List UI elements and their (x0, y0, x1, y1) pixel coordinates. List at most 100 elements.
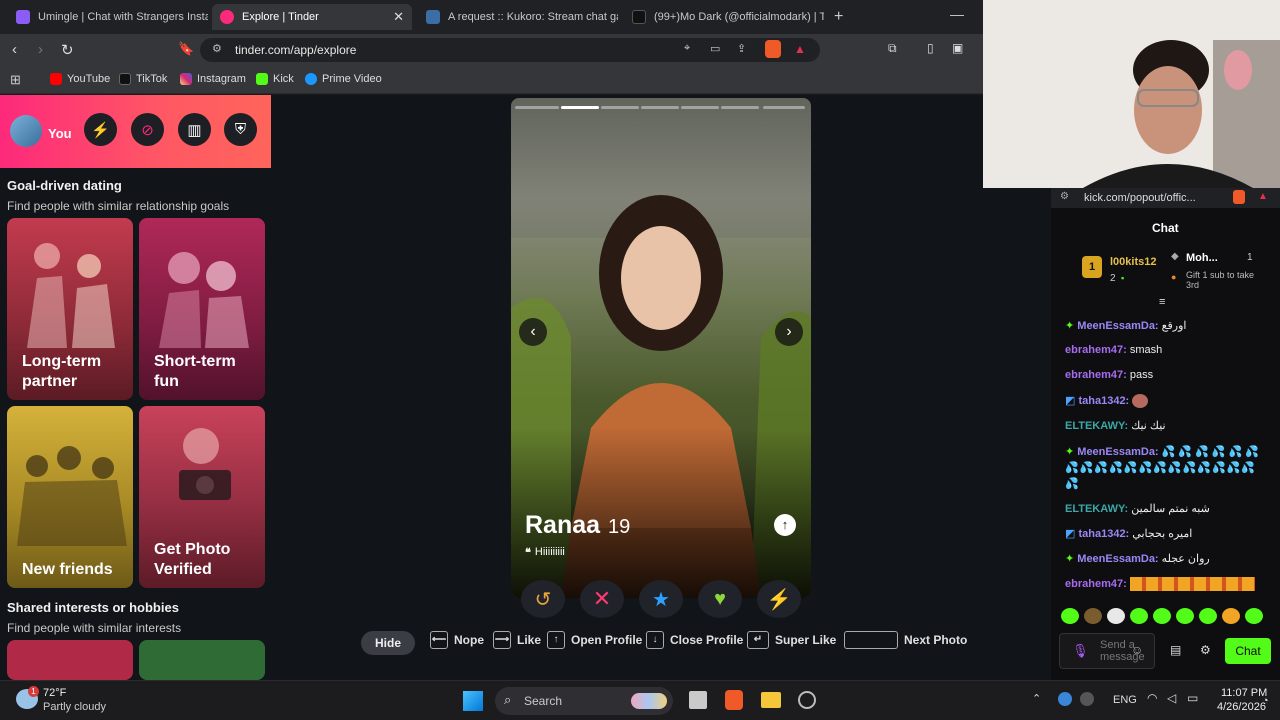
explore-icon[interactable]: ⊘ (131, 113, 164, 146)
windows-start-icon[interactable] (463, 691, 483, 711)
bookmark-instagram[interactable]: Instagram (180, 73, 246, 85)
chat-username[interactable]: taha1342: (1078, 528, 1129, 540)
share-icon[interactable]: ⇪ (737, 42, 746, 55)
chat-username[interactable]: ebrahem47: (1065, 369, 1127, 381)
apps-grid-icon[interactable]: ⊞ (10, 72, 21, 88)
back-icon[interactable]: ‹ (12, 41, 17, 58)
microphone-icon[interactable]: 🎙 (1072, 643, 1089, 659)
clock-date[interactable]: 4/26/2026 (1217, 701, 1266, 713)
wifi-icon[interactable]: ◠ (1147, 691, 1157, 705)
chat-username[interactable]: MeenEssamDa: (1077, 553, 1158, 565)
webcam-overlay (983, 0, 1280, 188)
chat-username[interactable]: taha1342: (1078, 395, 1129, 407)
brave-browser-icon[interactable] (725, 690, 743, 710)
store-icon[interactable]: ▤ (1170, 643, 1181, 657)
close-tab-icon[interactable]: ✕ (393, 9, 404, 25)
brave-shield-icon[interactable] (1233, 190, 1245, 204)
explore-card-photo-verified[interactable]: Get Photo Verified (139, 406, 265, 588)
battery-icon[interactable]: ▭ (1187, 691, 1198, 705)
taskbar-search[interactable]: ⌕ Search (495, 687, 673, 715)
file-explorer-icon[interactable] (761, 692, 781, 708)
tray-app-icon[interactable] (1080, 692, 1094, 706)
obs-icon[interactable] (798, 691, 816, 709)
screenshot-icon[interactable]: ⧉ (888, 41, 897, 56)
safety-shield-icon[interactable]: ⛨ (224, 113, 257, 146)
reload-icon[interactable]: ↻ (61, 41, 74, 59)
brave-rewards-icon[interactable]: ▲ (1258, 191, 1268, 202)
hide-button[interactable]: Hide (361, 631, 416, 655)
bookmark-tiktok[interactable]: TikTok (119, 73, 167, 85)
profile-photo-card[interactable]: ‹ › Ranaa 19 ❝ Hiiiiiiiii ↑ (511, 98, 811, 598)
emote-icon[interactable] (1130, 608, 1148, 624)
open-profile-icon[interactable]: ↑ (774, 514, 796, 536)
emote-icon[interactable] (1107, 608, 1125, 624)
forward-icon[interactable]: › (38, 41, 43, 58)
volume-icon[interactable]: ◁ (1167, 691, 1176, 705)
boost-button[interactable]: ⚡ (757, 580, 801, 618)
explore-card-short-term[interactable]: Short-term fun (139, 218, 265, 400)
tray-app-icon[interactable] (1058, 692, 1072, 706)
brave-shield-icon[interactable] (765, 40, 781, 58)
popout-address-bar: ⚙ kick.com/popout/offic... ▲ (1051, 188, 1280, 208)
photo-progress-bar (641, 106, 679, 109)
next-photo-icon[interactable]: › (775, 318, 803, 346)
super-like-button[interactable]: ★ (639, 580, 683, 618)
explore-card-new-friends[interactable]: New friends (7, 406, 133, 588)
bookmark-prime-video[interactable]: Prime Video (305, 73, 382, 85)
brave-rewards-icon[interactable]: ▲ (794, 42, 806, 56)
explore-card-interest[interactable] (139, 640, 265, 680)
bookmark-icon[interactable]: 🔖 (178, 41, 194, 57)
chat-username[interactable]: ebrahem47: (1065, 578, 1127, 590)
leaderboard-name[interactable]: l00kits12 (1110, 256, 1156, 268)
rewind-button[interactable]: ↺ (521, 580, 565, 618)
url-field[interactable]: ⚙ tinder.com/app/explore ⌖ ▭ ⇪ ▲ (200, 38, 820, 62)
site-settings-icon[interactable]: ⚙ (212, 42, 222, 55)
like-button[interactable]: ♥ (698, 580, 742, 618)
emote-icon[interactable] (1245, 608, 1263, 624)
cast-icon[interactable]: ▭ (710, 42, 720, 55)
tab-tinder[interactable]: Explore | Tinder ✕ (212, 4, 412, 30)
chat-username[interactable]: ebrahem47: (1065, 344, 1127, 356)
sidebar-toggle-icon[interactable]: ▯ (927, 41, 934, 55)
leaderboard-name[interactable]: Moh... (1186, 252, 1218, 264)
bookmark-youtube[interactable]: YouTube (50, 73, 110, 85)
tab-umingle[interactable]: Umingle | Chat with Strangers Instan (8, 4, 208, 30)
filter-icon[interactable]: ≡ (1159, 296, 1165, 308)
previous-photo-icon[interactable]: ‹ (519, 318, 547, 346)
tab-tiktok[interactable]: (99+)Mo Dark (@officialmodark) | Tik (624, 4, 824, 30)
site-settings-icon[interactable]: ⚙ (1060, 191, 1069, 202)
gift-sub-text[interactable]: Gift 1 sub to take 3rd (1186, 270, 1266, 290)
emote-icon[interactable] (1061, 608, 1079, 624)
emote-icon[interactable] (1084, 608, 1102, 624)
explore-card-interest[interactable] (7, 640, 133, 680)
boost-icon[interactable]: ⚡ (84, 113, 117, 146)
settings-gear-icon[interactable]: ⚙ (1200, 643, 1211, 657)
emote-icon[interactable] (1222, 608, 1240, 624)
nope-button[interactable]: ✕ (580, 580, 624, 618)
tray-chevron-icon[interactable]: ⌃ (1032, 692, 1041, 705)
location-icon[interactable]: ⌖ (684, 42, 690, 55)
clock-time[interactable]: 11:07 PM (1221, 687, 1267, 699)
emote-icon[interactable] (1199, 608, 1217, 624)
emote-icon[interactable] (1153, 608, 1171, 624)
task-view-icon[interactable] (689, 691, 707, 709)
chat-username[interactable]: MeenEssamDa: (1077, 320, 1158, 332)
new-tab-button[interactable]: + (834, 8, 843, 26)
tab-kukoro[interactable]: A request :: Kukoro: Stream chat gam (418, 4, 618, 30)
work-icon[interactable]: ▥ (178, 113, 211, 146)
chat-username[interactable]: ELTEKAWY: (1065, 503, 1128, 515)
emote-icon[interactable] (1176, 608, 1194, 624)
chat-username[interactable]: MeenEssamDa: (1077, 446, 1158, 458)
chat-username[interactable]: ELTEKAWY: (1065, 420, 1128, 432)
explore-card-long-term[interactable]: Long-term partner (7, 218, 133, 400)
avatar[interactable] (10, 115, 42, 147)
bookmark-kick[interactable]: Kick (256, 73, 294, 85)
send-chat-button[interactable]: Chat (1225, 638, 1271, 664)
notifications-bell-icon[interactable]: ◔ (1262, 695, 1269, 707)
emoji-picker-icon[interactable]: ☺ (1131, 643, 1143, 657)
profile-label[interactable]: You (48, 126, 72, 141)
language-indicator[interactable]: ENG (1113, 694, 1137, 706)
wallet-icon[interactable]: ▣ (952, 41, 963, 55)
shortcut-hide[interactable]: Hide (361, 631, 416, 655)
minimize-button[interactable]: — (950, 6, 964, 22)
